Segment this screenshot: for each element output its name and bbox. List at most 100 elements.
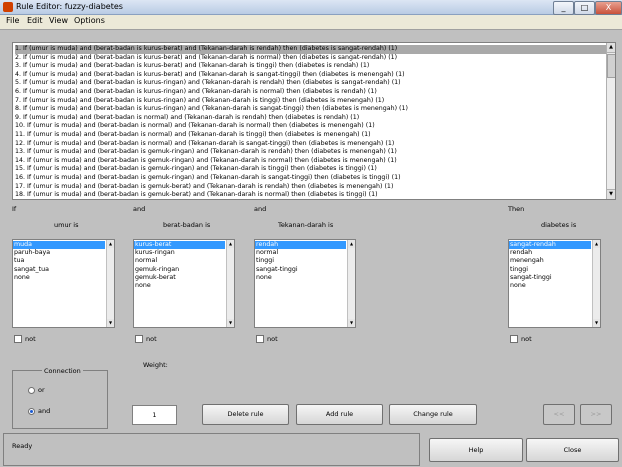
rule-item[interactable]: 18. If (umur is muda) and (berat-badan i… [15,191,378,199]
listbox-option[interactable]: gemuk-berat [134,274,225,282]
weight-label: Weight: [143,361,168,369]
rule-list-scrollbar[interactable]: ▲ ▼ [606,43,615,199]
scroll-thumb[interactable] [607,54,615,78]
rule-list[interactable]: 1. If (umur is muda) and (berat-badan is… [12,42,616,200]
listbox-option[interactable]: gemuk-ringan [134,266,225,274]
delete-rule-button[interactable]: Delete rule [202,404,289,425]
add-rule-button[interactable]: Add rule [296,404,383,425]
minimize-button[interactable]: _ [553,1,574,15]
antecedent-1-listbox[interactable]: muda paruh-baya tua sangat_tua none ▲ ▼ [12,239,115,328]
rule-item[interactable]: 5. If (umur is muda) and (berat-badan is… [15,79,401,88]
listbox-option[interactable]: menengah [509,257,591,265]
rule-item[interactable]: 1. If (umur is muda) and (berat-badan is… [15,45,607,54]
listbox-option[interactable]: sangat-tinggi [509,274,591,282]
help-button[interactable]: Help [429,438,523,462]
antecedent-1-not-label: not [25,335,36,343]
antecedent-3-listbox[interactable]: rendah normal tinggi sangat-tinggi none ▲ ▼ [254,239,356,328]
menu-options[interactable]: Options [72,16,107,25]
listbox-option[interactable]: sangat-tinggi [255,266,346,274]
antecedent-3-not-checkbox[interactable] [256,335,264,343]
listbox-option[interactable]: tinggi [509,266,591,274]
consequent-variable-label: diabetes is [541,221,577,229]
radio-or[interactable] [28,387,35,394]
listbox-scrollbar[interactable]: ▲ ▼ [347,240,355,327]
next-button[interactable]: >> [580,404,612,425]
scroll-down-icon[interactable]: ▼ [107,319,114,327]
change-rule-button[interactable]: Change rule [389,404,477,425]
antecedent-2-listbox[interactable]: kurus-berat kurus-ringan normal gemuk-ringa… [133,239,235,328]
weight-input[interactable]: 1 [132,405,177,425]
close-window-button[interactable]: X [595,1,622,15]
rule-item[interactable]: 9. If (umur is muda) and (berat-badan is… [15,114,359,123]
radio-and-label: and [38,407,51,415]
listbox-option[interactable]: paruh-baya [13,249,105,257]
scroll-down-icon[interactable]: ▼ [593,319,600,327]
menu-file[interactable]: File [4,16,21,25]
radio-and[interactable] [28,408,35,415]
consequent-not-label: not [521,335,532,343]
radio-or-label: or [38,386,45,394]
scroll-up-icon[interactable]: ▲ [107,240,114,248]
antecedent-1-variable-label: umur is [54,221,79,229]
scroll-up-icon[interactable]: ▲ [607,43,615,53]
rule-item[interactable]: 12. If (umur is muda) and (berat-badan i… [15,140,394,149]
antecedent-2-prefix: and [133,205,146,213]
listbox-option[interactable]: kurus-ringan [134,249,225,257]
rule-item[interactable]: 14. If (umur is muda) and (berat-badan i… [15,157,397,166]
rule-item[interactable]: 15. If (umur is muda) and (berat-badan i… [15,165,377,174]
listbox-option[interactable]: none [509,282,591,290]
consequent-prefix: Then [508,205,525,213]
status-bar: Ready [3,433,420,466]
rule-item[interactable]: 16. If (umur is muda) and (berat-badan i… [15,174,401,183]
rule-item[interactable]: 3. If (umur is muda) and (berat-badan is… [15,62,369,71]
rule-item[interactable]: 4. If (umur is muda) and (berat-badan is… [15,71,405,80]
listbox-option[interactable]: none [255,274,346,282]
listbox-option[interactable]: tinggi [255,257,346,265]
menu-edit[interactable]: Edit [25,16,45,25]
rule-item[interactable]: 13. If (umur is muda) and (berat-badan i… [15,148,397,157]
prev-button[interactable]: << [543,404,575,425]
matlab-icon [3,2,13,12]
scroll-up-icon[interactable]: ▲ [593,240,600,248]
rule-item[interactable]: 11. If (umur is muda) and (berat-badan i… [15,131,371,140]
listbox-option[interactable]: none [13,274,105,282]
antecedent-1-not-checkbox[interactable] [14,335,22,343]
listbox-option[interactable]: rendah [255,241,346,250]
window-title: Rule Editor: fuzzy-diabetes [16,2,123,11]
listbox-scrollbar[interactable]: ▲ ▼ [226,240,234,327]
listbox-option[interactable]: muda [13,241,105,250]
listbox-option[interactable]: tua [13,257,105,265]
menu-view[interactable]: View [47,16,70,25]
rule-item[interactable]: 8. If (umur is muda) and (berat-badan is… [15,105,408,114]
scroll-up-icon[interactable]: ▲ [227,240,234,248]
rule-item[interactable]: 17. If (umur is muda) and (berat-badan i… [15,183,393,192]
maximize-button[interactable]: □ [574,1,595,15]
listbox-option[interactable]: normal [255,249,346,257]
title-bar: Rule Editor: fuzzy-diabetes _ □ X [0,0,622,15]
listbox-scrollbar[interactable]: ▲ ▼ [592,240,600,327]
listbox-option[interactable]: normal [134,257,225,265]
scroll-down-icon[interactable]: ▼ [348,319,355,327]
rule-item[interactable]: 2. If (umur is muda) and (berat-badan is… [15,54,397,63]
rule-item[interactable]: 10. If (umur is muda) and (berat-badan i… [15,122,375,131]
antecedent-3-variable-label: Tekanan-darah is [278,221,334,229]
listbox-option[interactable]: rendah [509,249,591,257]
listbox-option[interactable]: sangat_tua [13,266,105,274]
rule-item[interactable]: 7. If (umur is muda) and (berat-badan is… [15,97,384,106]
listbox-scrollbar[interactable]: ▲ ▼ [106,240,114,327]
antecedent-3-not-label: not [267,335,278,343]
antecedent-2-not-checkbox[interactable] [135,335,143,343]
consequent-not-checkbox[interactable] [510,335,518,343]
menu-bar: File Edit View Options [0,15,622,30]
scroll-up-icon[interactable]: ▲ [348,240,355,248]
listbox-option[interactable]: kurus-berat [134,241,225,250]
rule-item[interactable]: 6. If (umur is muda) and (berat-badan is… [15,88,377,97]
scroll-down-icon[interactable]: ▼ [227,319,234,327]
scroll-down-icon[interactable]: ▼ [607,189,615,199]
antecedent-1-prefix: If [12,205,17,213]
consequent-listbox[interactable]: sangat-rendah rendah menengah tinggi sangat-… [508,239,601,328]
listbox-option[interactable]: sangat-rendah [509,241,591,250]
listbox-option[interactable]: none [134,282,225,290]
close-button[interactable]: Close [526,438,619,462]
antecedent-2-variable-label: berat-badan is [163,221,211,229]
